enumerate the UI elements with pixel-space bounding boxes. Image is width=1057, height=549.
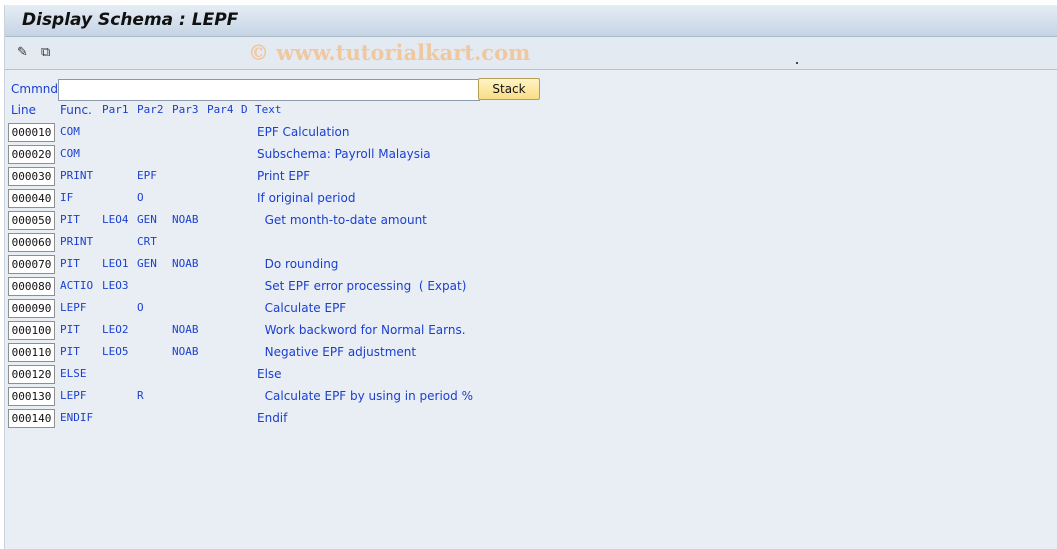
schema-row: 000050 PIT LEO4 GEN NOAB Get month-to-da… bbox=[5, 211, 1057, 231]
func-cell: PIT bbox=[60, 257, 80, 270]
text-cell: Else bbox=[257, 367, 282, 381]
line-number-field[interactable]: 000140 bbox=[8, 409, 55, 428]
text-cell: EPF Calculation bbox=[257, 125, 350, 139]
func-cell: PIT bbox=[60, 323, 80, 336]
text-cell: Subschema: Payroll Malaysia bbox=[257, 147, 431, 161]
watermark: © www.tutorialkart.com bbox=[248, 40, 531, 65]
page-title: Display Schema : LEPF bbox=[22, 10, 239, 30]
func-cell: PIT bbox=[60, 345, 80, 358]
text-cell: Negative EPF adjustment bbox=[257, 345, 417, 359]
func-cell: LEPF bbox=[60, 301, 87, 314]
line-number-field[interactable]: 000090 bbox=[8, 299, 55, 318]
line-number-field[interactable]: 000010 bbox=[8, 123, 55, 142]
command-label: Cmmnd bbox=[11, 82, 58, 96]
func-cell: ELSE bbox=[60, 367, 87, 380]
application-toolbar: ✎ ⧉ © www.tutorialkart.com bbox=[5, 37, 1057, 70]
header-par1: Par1 bbox=[102, 103, 129, 116]
par1-cell: LEO5 bbox=[102, 345, 129, 358]
header-line: Line bbox=[11, 103, 37, 117]
schema-row: 000070 PIT LEO1 GEN NOAB Do rounding bbox=[5, 255, 1057, 275]
func-cell: LEPF bbox=[60, 389, 87, 402]
par2-cell: O bbox=[137, 191, 144, 204]
title-bar: Display Schema : LEPF bbox=[5, 5, 1057, 37]
stack-button[interactable]: Stack bbox=[478, 78, 540, 100]
header-text: Text bbox=[255, 103, 282, 116]
schema-row: 000020 COM Subschema: Payroll Malaysia bbox=[5, 145, 1057, 165]
schema-row: 000060 PRINT CRT bbox=[5, 233, 1057, 253]
text-cell: Endif bbox=[257, 411, 288, 425]
par2-cell: GEN bbox=[137, 213, 157, 226]
hierarchy-icon[interactable]: ⧉ bbox=[41, 46, 57, 60]
text-cell: Calculate EPF bbox=[257, 301, 347, 315]
line-number-field[interactable]: 000020 bbox=[8, 145, 55, 164]
schema-row: 000130 LEPF R Calculate EPF by using in … bbox=[5, 387, 1057, 407]
command-input[interactable] bbox=[58, 79, 480, 101]
schema-row: 000100 PIT LEO2 NOAB Work backword for N… bbox=[5, 321, 1057, 341]
par1-cell: LEO2 bbox=[102, 323, 129, 336]
schema-row: 000080 ACTIO LEO3 Set EPF error processi… bbox=[5, 277, 1057, 297]
schema-row: 000120 ELSE Else bbox=[5, 365, 1057, 385]
line-number-field[interactable]: 000110 bbox=[8, 343, 55, 362]
func-cell: PRINT bbox=[60, 235, 94, 248]
schema-row: 000110 PIT LEO5 NOAB Negative EPF adjust… bbox=[5, 343, 1057, 363]
line-number-field[interactable]: 000040 bbox=[8, 189, 55, 208]
line-number-field[interactable]: 000070 bbox=[8, 255, 55, 274]
edit-pencil-icon[interactable]: ✎ bbox=[17, 46, 33, 60]
par2-cell: CRT bbox=[137, 235, 157, 248]
dot bbox=[796, 62, 798, 64]
header-par2: Par2 bbox=[137, 103, 164, 116]
par2-cell: O bbox=[137, 301, 144, 314]
func-cell: IF bbox=[60, 191, 74, 204]
text-cell: If original period bbox=[257, 191, 356, 205]
func-cell: ACTIO bbox=[60, 279, 94, 292]
par3-cell: NOAB bbox=[172, 257, 199, 270]
line-number-field[interactable]: 000100 bbox=[8, 321, 55, 340]
header-par3: Par3 bbox=[172, 103, 199, 116]
header-par4: Par4 bbox=[207, 103, 234, 116]
par3-cell: NOAB bbox=[172, 345, 199, 358]
par3-cell: NOAB bbox=[172, 213, 199, 226]
line-number-field[interactable]: 000120 bbox=[8, 365, 55, 384]
par1-cell: LEO1 bbox=[102, 257, 129, 270]
schema-row: 000040 IF O If original period bbox=[5, 189, 1057, 209]
schema-row: 000090 LEPF O Calculate EPF bbox=[5, 299, 1057, 319]
line-number-field[interactable]: 000060 bbox=[8, 233, 55, 252]
func-cell: ENDIF bbox=[60, 411, 94, 424]
text-cell: Set EPF error processing ( Expat) bbox=[257, 279, 467, 293]
par3-cell: NOAB bbox=[172, 323, 199, 336]
header-d: D bbox=[241, 103, 248, 116]
par1-cell: LEO3 bbox=[102, 279, 129, 292]
schema-row: 000140 ENDIF Endif bbox=[5, 409, 1057, 429]
text-cell: Get month-to-date amount bbox=[257, 213, 427, 227]
text-cell: Do rounding bbox=[257, 257, 339, 271]
text-cell: Work backword for Normal Earns. bbox=[257, 323, 466, 337]
schema-row: 000030 PRINT EPF Print EPF bbox=[5, 167, 1057, 187]
par2-cell: GEN bbox=[137, 257, 157, 270]
header-func: Func. bbox=[60, 103, 92, 117]
schema-row: 000010 COM EPF Calculation bbox=[5, 123, 1057, 143]
text-cell: Print EPF bbox=[257, 169, 311, 183]
sap-window: Display Schema : LEPF ✎ ⧉ © www.tutorial… bbox=[4, 5, 1057, 549]
line-number-field[interactable]: 000050 bbox=[8, 211, 55, 230]
par2-cell: R bbox=[137, 389, 144, 402]
line-number-field[interactable]: 000130 bbox=[8, 387, 55, 406]
par1-cell: LEO4 bbox=[102, 213, 129, 226]
line-number-field[interactable]: 000030 bbox=[8, 167, 55, 186]
func-cell: PRINT bbox=[60, 169, 94, 182]
par2-cell: EPF bbox=[137, 169, 157, 182]
func-cell: PIT bbox=[60, 213, 80, 226]
func-cell: COM bbox=[60, 125, 80, 138]
line-number-field[interactable]: 000080 bbox=[8, 277, 55, 296]
text-cell: Calculate EPF by using in period % bbox=[257, 389, 473, 403]
func-cell: COM bbox=[60, 147, 80, 160]
